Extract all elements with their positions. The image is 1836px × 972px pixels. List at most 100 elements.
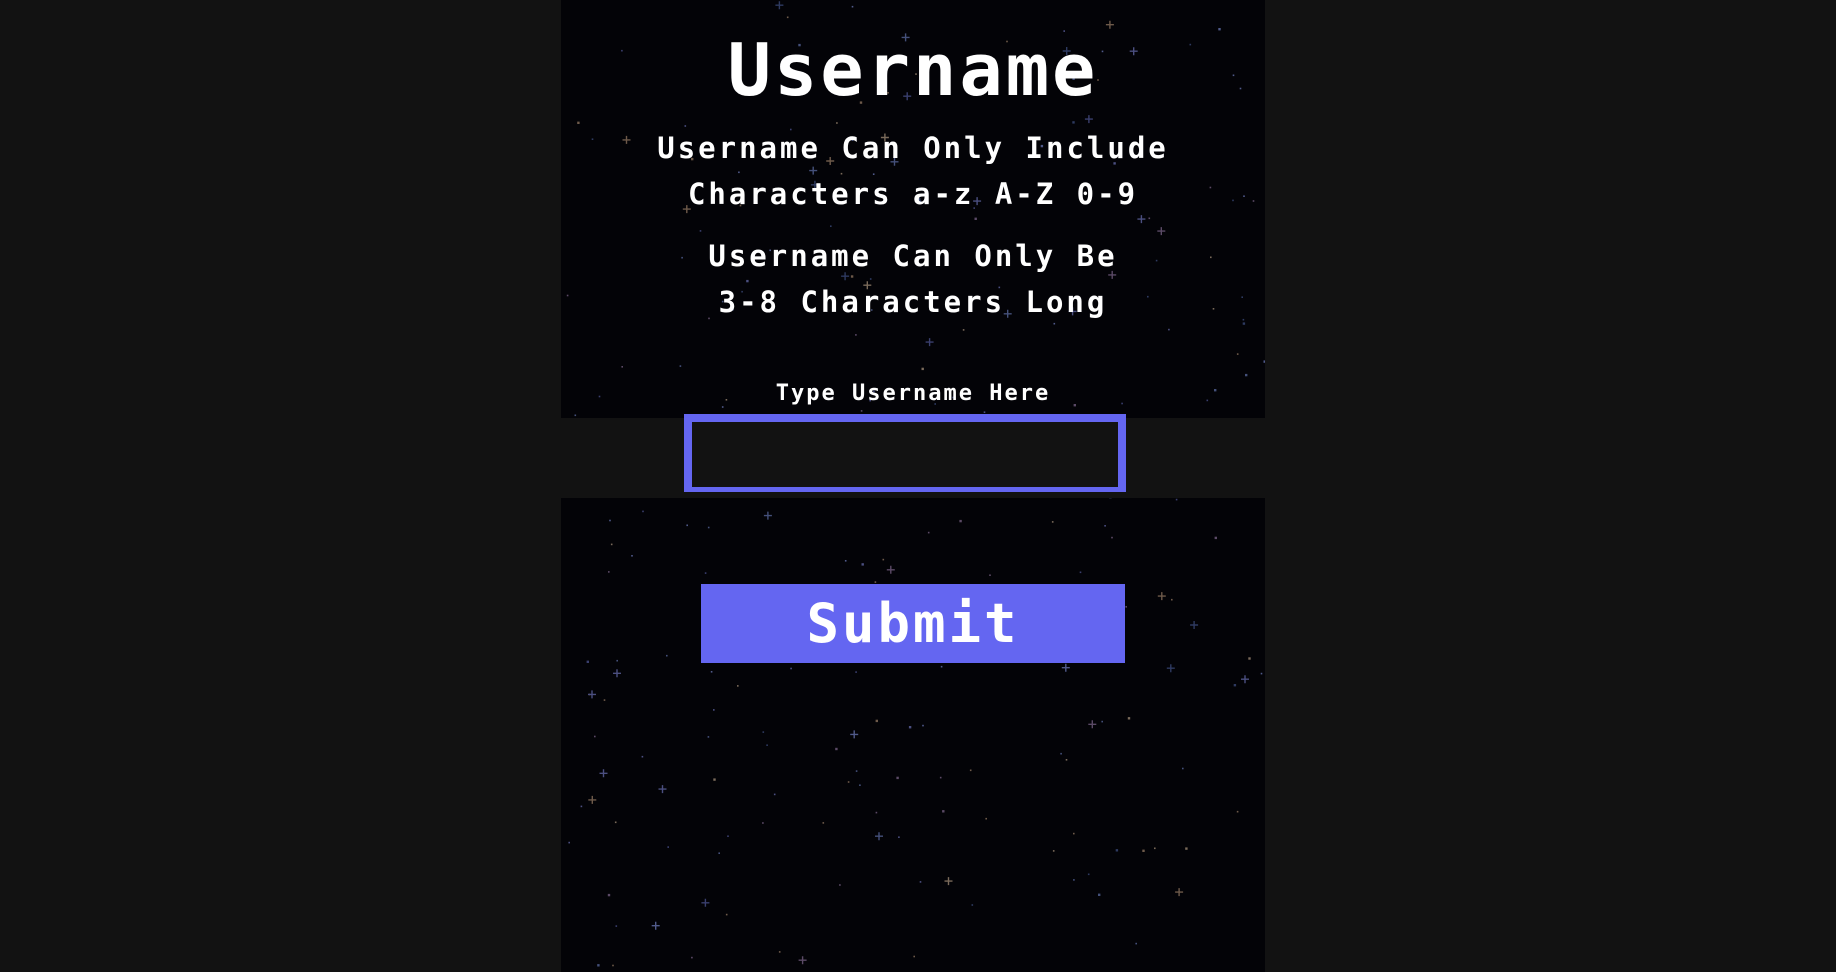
star-dot <box>1060 752 1062 755</box>
star-dot <box>855 334 857 336</box>
star-dot <box>1182 767 1184 770</box>
star-dot <box>603 699 606 701</box>
star-dot <box>713 778 716 781</box>
star-dot <box>580 805 583 808</box>
star-dot <box>1233 684 1237 687</box>
star-dot <box>974 217 977 220</box>
star-cross <box>658 785 667 794</box>
star-dot <box>861 563 864 566</box>
star-dot <box>1127 717 1131 720</box>
star-dot <box>835 747 838 751</box>
rule-length-line-2: 3-8 Characters Long <box>718 285 1108 319</box>
star-dot <box>1104 525 1106 527</box>
game-stage: Username Username Can Only Include Chara… <box>561 0 1265 972</box>
star-dot <box>667 846 669 848</box>
username-input[interactable] <box>684 414 1126 492</box>
star-dot <box>762 731 765 733</box>
star-dot <box>1125 606 1127 608</box>
star-dot <box>1142 849 1145 852</box>
star-dot <box>1101 720 1103 723</box>
star-dot <box>608 571 610 573</box>
star-dot <box>1087 873 1090 876</box>
star-dot <box>1073 832 1075 835</box>
star-dot <box>1065 759 1068 761</box>
star-dot <box>874 581 877 583</box>
star-dot <box>869 278 872 280</box>
star-dot <box>1148 217 1151 220</box>
star-dot <box>882 558 885 561</box>
star-cross <box>1084 115 1093 124</box>
star-dot <box>1236 810 1239 813</box>
star-dot <box>1245 373 1248 377</box>
star-dot <box>641 755 644 758</box>
star-cross <box>1241 675 1249 684</box>
star-dot <box>969 769 972 772</box>
star-dot <box>830 225 832 227</box>
star-dot <box>1263 360 1265 363</box>
star-dot <box>1185 847 1188 850</box>
star-dot <box>1175 498 1178 501</box>
star-dot <box>875 811 878 814</box>
star-cross <box>763 511 772 520</box>
star-cross <box>1175 888 1184 897</box>
star-dot <box>1072 121 1075 124</box>
star-dot <box>859 784 861 786</box>
star-dot <box>766 744 768 746</box>
star-dot <box>1171 598 1173 601</box>
star-dot <box>1051 521 1054 523</box>
star-dot <box>844 560 847 562</box>
star-dot <box>725 913 728 916</box>
star-dot <box>577 121 580 124</box>
star-cross <box>1157 592 1166 601</box>
star-cross <box>798 956 807 965</box>
star-dot <box>586 660 589 663</box>
star-dot <box>962 329 965 331</box>
star-cross <box>588 690 596 699</box>
star-dot <box>568 841 570 844</box>
star-dot <box>609 519 611 522</box>
star-dot <box>679 365 682 367</box>
star-dot <box>621 366 623 368</box>
star-cross <box>1061 663 1070 672</box>
star-dot <box>919 881 922 883</box>
star-dot <box>839 884 841 886</box>
star-dot <box>1236 353 1239 355</box>
star-dot <box>921 367 924 371</box>
star-dot <box>718 852 720 854</box>
star-dot <box>642 510 644 513</box>
star-cross <box>886 565 895 574</box>
star-dot <box>1154 847 1156 850</box>
star-dot <box>1053 322 1056 325</box>
star-dot <box>822 822 825 824</box>
star-dot <box>727 835 729 837</box>
star-dot <box>699 230 702 232</box>
star-dot <box>612 964 614 967</box>
star-dot <box>940 665 943 668</box>
star-dot <box>1079 571 1082 574</box>
star-dot <box>686 524 688 527</box>
star-cross <box>850 730 859 739</box>
star-dot <box>762 822 764 824</box>
page-title: Username <box>727 28 1099 112</box>
star-cross <box>775 1 784 10</box>
star-cross <box>1190 621 1199 629</box>
star-dot <box>908 726 912 729</box>
rule-length-line-1: Username Can Only Be <box>708 239 1118 273</box>
star-dot <box>985 817 987 820</box>
star-cross <box>925 338 934 347</box>
star-dot <box>616 659 618 662</box>
star-dot <box>847 781 850 783</box>
star-cross <box>875 832 883 841</box>
star-dot <box>1214 536 1217 540</box>
star-dot <box>574 414 577 417</box>
star-dot <box>704 572 707 574</box>
star-cross <box>944 877 953 886</box>
star-dot <box>713 709 715 711</box>
star-dot <box>607 893 611 897</box>
star-dot <box>855 671 857 673</box>
star-dot <box>707 526 710 529</box>
star-cross <box>701 898 710 907</box>
submit-button[interactable]: Submit <box>701 584 1125 663</box>
star-dot <box>942 810 945 813</box>
star-dot <box>939 776 942 779</box>
